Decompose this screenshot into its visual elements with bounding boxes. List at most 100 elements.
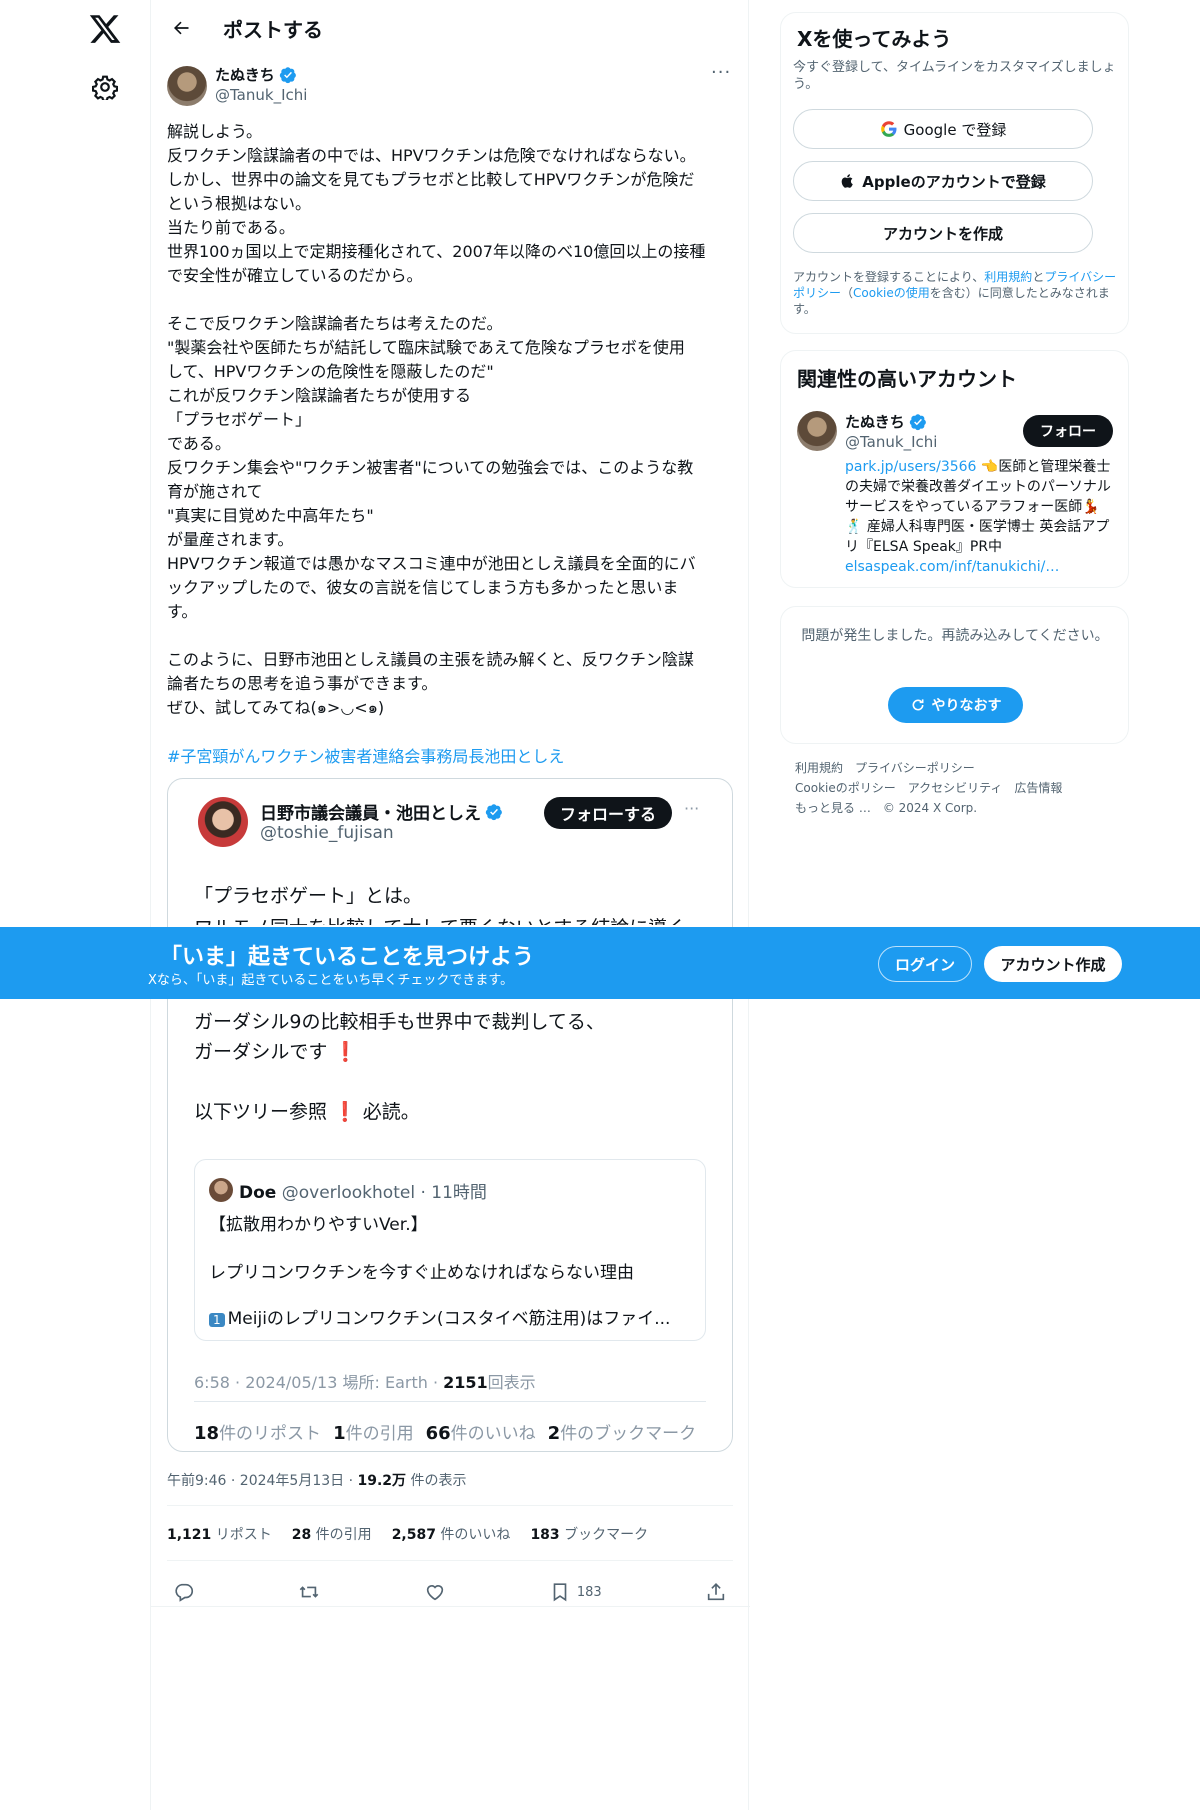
- main-column: ポストする たぬきち @Tanuk_Ichi ··· 解説しよう。 反ワクチン陰謀…: [150, 0, 750, 1810]
- nested-author-name[interactable]: Doe: [239, 1183, 276, 1203]
- author-avatar[interactable]: [167, 66, 207, 106]
- post-time[interactable]: 午前9:46 · 2024年5月13日 ·: [167, 1473, 358, 1489]
- quoted-text-line: ガーダシルです ❗: [194, 1037, 714, 1067]
- stat-likes[interactable]: 2,587 件のいいね: [392, 1524, 511, 1544]
- author-name[interactable]: たぬきち: [215, 64, 297, 85]
- post-text-line: である。: [167, 434, 231, 453]
- footer-link-cookie[interactable]: Cookieのポリシー: [795, 781, 896, 795]
- apple-signup-button[interactable]: Appleのアカウントで登録: [793, 161, 1093, 201]
- stat-value: 2: [547, 1423, 561, 1444]
- quoted-more-button[interactable]: ···: [684, 799, 699, 818]
- google-icon: [880, 121, 897, 137]
- post-text-line: "真実に目覚めた中高年たち": [167, 506, 374, 525]
- quoted-text-span: ガーダシルです: [194, 1041, 328, 1063]
- terms-link[interactable]: 利用規約: [984, 270, 1032, 284]
- related-account-bio: park.jp/users/3566 👈医師と管理栄養士の夫婦で栄養改善ダイエッ…: [845, 457, 1115, 577]
- quoted-stat-quotes[interactable]: 1件の引用: [333, 1419, 414, 1444]
- nested-author-handle[interactable]: @overlookhotel: [282, 1183, 415, 1203]
- stat-label: 件のいいね: [435, 1527, 511, 1543]
- settings-gear-icon[interactable]: [92, 74, 118, 100]
- quoted-author-name-text[interactable]: 日野市議会議員・池田としえ: [260, 799, 481, 824]
- nested-author-avatar[interactable]: [209, 1178, 233, 1202]
- author-handle[interactable]: @Tanuk_Ichi: [215, 86, 307, 104]
- footer-link-ads[interactable]: 広告情報: [1014, 781, 1062, 795]
- retry-button[interactable]: やりなおす: [888, 687, 1023, 723]
- quoted-text-body: ガーダシル9の比較相手も世界中で裁判してる、 ガーダシルです ❗ 以下ツリー参照…: [194, 1007, 714, 1127]
- stat-value: 66: [425, 1423, 451, 1444]
- quoted-text-span: 必読。: [362, 1101, 420, 1123]
- footer-link-terms[interactable]: 利用規約: [795, 761, 843, 775]
- google-signup-label: Google で登録: [903, 120, 1007, 139]
- post-text-line: 「プラセボゲート」: [167, 410, 312, 429]
- stat-label: リポスト: [211, 1527, 272, 1543]
- footer-link-privacy[interactable]: プライバシーポリシー: [855, 761, 975, 775]
- footer-copyright: © 2024 X Corp.: [882, 801, 978, 815]
- stat-quotes[interactable]: 28 件の引用: [292, 1524, 372, 1544]
- footer-link-accessibility[interactable]: アクセシビリティ: [908, 781, 1003, 795]
- signup-title: Xを使ってみよう: [797, 27, 952, 51]
- nested-text-span: Meijiのレプリコンワクチン(コスタイベ筋注用)はファイ...: [227, 1309, 671, 1329]
- post-text-line: 解説しよう。: [167, 122, 263, 141]
- x-logo-icon[interactable]: [88, 12, 122, 46]
- footer-link-more[interactable]: もっと見る …: [795, 801, 871, 815]
- bookmark-button[interactable]: 183: [549, 1581, 602, 1603]
- quoted-author-handle[interactable]: @toshie_fujisan: [260, 823, 394, 843]
- quoted-text-line: 「プラセボゲート」とは。: [194, 885, 423, 907]
- error-card: 問題が発生しました。再読み込みしてください。 やりなおす: [780, 606, 1129, 744]
- heart-icon: [426, 1585, 443, 1601]
- bio-link[interactable]: elsaspeak.com/inf/tanukichi/…: [845, 559, 1059, 575]
- verified-badge-icon: [279, 66, 296, 83]
- stat-reposts[interactable]: 1,121 リポスト: [167, 1524, 272, 1544]
- nested-text-line: 1 Meijiのレプリコンワクチン(コスタイベ筋注用)はファイ...: [209, 1304, 689, 1329]
- google-signup-button[interactable]: Google で登録: [793, 109, 1093, 149]
- share-icon: [707, 1583, 725, 1601]
- post-text-line: が量産されます。: [167, 530, 294, 549]
- reply-button[interactable]: [173, 1581, 195, 1603]
- post-views: 19.2万: [357, 1473, 407, 1489]
- post-text: 解説しよう。 反ワクチン陰謀論者の中では、HPVワクチンは危険でなければならない。…: [167, 120, 737, 720]
- cookie-link[interactable]: Cookieの使用: [853, 286, 930, 300]
- back-arrow-icon[interactable]: [165, 12, 197, 44]
- quoted-author-name[interactable]: 日野市議会議員・池田としえ: [260, 799, 503, 824]
- verified-badge-icon: [485, 803, 502, 820]
- exclamation-icon: ❗: [333, 1101, 357, 1123]
- create-account-button[interactable]: アカウントを作成: [793, 213, 1093, 253]
- quoted-post-card[interactable]: 日野市議会議員・池田としえ @toshie_fujisan フォローする ···…: [167, 778, 733, 1452]
- divider: [167, 1505, 733, 1506]
- quoted-stat-reposts[interactable]: 18件のリポスト: [194, 1419, 321, 1444]
- hashtag-link[interactable]: #子宮頸がんワクチン被害者連絡会事務局長池田としえ: [167, 743, 564, 767]
- post-text-line: で安全性が確立しているのだから。: [167, 266, 423, 285]
- post-text-line: して、HPVワクチンの危険性を隠蔽したのだ": [167, 362, 494, 381]
- related-account-handle[interactable]: @Tanuk_Ichi: [845, 433, 937, 451]
- stat-bookmarks[interactable]: 183 ブックマーク: [530, 1524, 648, 1544]
- page-title: ポストする: [223, 18, 323, 42]
- footer-links: 利用規約 プライバシーポリシー Cookieのポリシー アクセシビリティ 広告情報 も…: [795, 758, 1125, 818]
- refresh-icon: [912, 699, 923, 711]
- login-button[interactable]: ログイン: [878, 946, 972, 982]
- quoted-stat-likes[interactable]: 66件のいいね: [426, 1419, 536, 1444]
- post-text-line: そこで反ワクチン陰謀論者たちは考えたのだ。: [167, 314, 503, 333]
- post-views-label: 件の表示: [406, 1473, 467, 1489]
- post-text-line: [167, 288, 737, 312]
- quoted-follow-button[interactable]: フォローする: [544, 797, 672, 829]
- author-name-text[interactable]: たぬきち: [215, 64, 275, 85]
- related-account-name[interactable]: たぬきち: [845, 411, 927, 432]
- nested-quoted-post[interactable]: Doe @overlookhotel · 11時間 【拡散用わかりやすいVer.…: [194, 1159, 706, 1341]
- more-options-button[interactable]: ···: [711, 62, 731, 83]
- repost-button[interactable]: [298, 1581, 320, 1603]
- stat-value: 28: [291, 1527, 312, 1543]
- bio-link[interactable]: park.jp/users/3566: [845, 459, 976, 475]
- related-account-avatar[interactable]: [797, 411, 837, 451]
- quoted-author-avatar[interactable]: [198, 797, 248, 847]
- signup-card: Xを使ってみよう 今すぐ登録して、タイムラインをカスタマイズしましょう。 Goo…: [780, 12, 1129, 334]
- signup-button[interactable]: アカウント作成: [984, 946, 1122, 982]
- post-text-line: 反ワクチン集会や"ワクチン被害者"についての勉強会では、このような教: [167, 458, 694, 477]
- like-button[interactable]: [424, 1581, 446, 1603]
- signup-subtitle: 今すぐ登録して、タイムラインをカスタマイズしましょう。: [793, 60, 1116, 92]
- share-button[interactable]: [705, 1581, 727, 1603]
- quoted-post-stats: 18件のリポスト 1件の引用 66件のいいね 2件のブックマーク: [194, 1419, 696, 1444]
- related-follow-button[interactable]: フォロー: [1023, 415, 1113, 447]
- related-accounts-card: 関連性の高いアカウント たぬきち @Tanuk_Ichi フォロー park.j…: [780, 350, 1129, 588]
- related-account-name-text[interactable]: たぬきち: [845, 411, 905, 432]
- quoted-stat-bookmarks[interactable]: 2件のブックマーク: [548, 1419, 697, 1444]
